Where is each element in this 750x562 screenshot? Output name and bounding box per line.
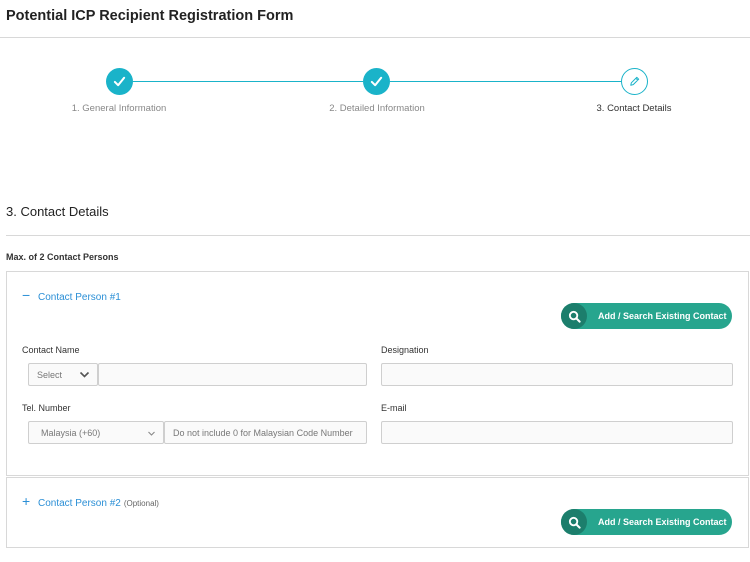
step-label-general-information: 1. General Information xyxy=(71,103,167,114)
add-search-contact-button-1[interactable]: Add / Search Existing Contact xyxy=(561,303,732,329)
contact-person-2-toggle[interactable]: + Contact Person #2 (Optional) xyxy=(22,493,159,509)
contact-name-label: Contact Name xyxy=(22,345,80,355)
contact-person-1-panel: − Contact Person #1 Add / Search Existin… xyxy=(6,271,749,476)
optional-tag: (Optional) xyxy=(123,499,159,508)
step-connector xyxy=(390,81,622,82)
add-search-contact-button-2[interactable]: Add / Search Existing Contact xyxy=(561,509,732,535)
checkmark-icon xyxy=(113,76,126,87)
email-input[interactable] xyxy=(381,421,733,444)
salutation-value: Select xyxy=(37,369,63,380)
designation-label: Designation xyxy=(381,345,429,355)
search-icon xyxy=(561,303,587,329)
email-label: E-mail xyxy=(381,403,407,413)
add-search-contact-label: Add / Search Existing Contact xyxy=(598,517,727,527)
step-connector xyxy=(133,81,363,82)
step-label-contact-details: 3. Contact Details xyxy=(596,103,672,114)
chevron-down-icon xyxy=(79,371,90,378)
search-icon xyxy=(561,509,587,535)
country-code-value: Malaysia (+60) xyxy=(41,427,101,438)
plus-icon: + xyxy=(22,493,31,509)
section-title: 3. Contact Details xyxy=(6,204,109,219)
step-label-detailed-information: 2. Detailed Information xyxy=(329,103,425,114)
contact-person-1-toggle[interactable]: − Contact Person #1 xyxy=(22,287,121,303)
tel-number-label: Tel. Number xyxy=(22,403,71,413)
step-1-complete-marker xyxy=(106,68,133,95)
step-3-current-marker xyxy=(621,68,648,95)
contact-person-2-panel: + Contact Person #2 (Optional) Add / Sea… xyxy=(6,477,749,548)
tel-number-placeholder: Do not include 0 for Malaysian Code Numb… xyxy=(173,427,353,438)
max-contacts-note: Max. of 2 Contact Persons xyxy=(6,252,119,262)
salutation-select[interactable]: Select xyxy=(28,363,98,386)
step-2-complete-marker xyxy=(363,68,390,95)
contact-person-2-title: Contact Person #2 xyxy=(38,498,121,509)
contact-person-1-title: Contact Person #1 xyxy=(38,292,121,303)
title-divider xyxy=(0,37,750,38)
pencil-icon xyxy=(630,76,640,86)
add-search-contact-label: Add / Search Existing Contact xyxy=(598,311,727,321)
section-divider xyxy=(6,235,750,236)
tel-number-input[interactable]: Do not include 0 for Malaysian Code Numb… xyxy=(164,421,367,444)
designation-input[interactable] xyxy=(381,363,733,386)
contact-name-input[interactable] xyxy=(98,363,367,386)
minus-icon: − xyxy=(22,287,31,303)
country-code-select[interactable]: Malaysia (+60) xyxy=(28,421,164,444)
page-title: Potential ICP Recipient Registration For… xyxy=(6,8,294,24)
chevron-down-icon xyxy=(148,431,155,436)
checkmark-icon xyxy=(370,76,383,87)
